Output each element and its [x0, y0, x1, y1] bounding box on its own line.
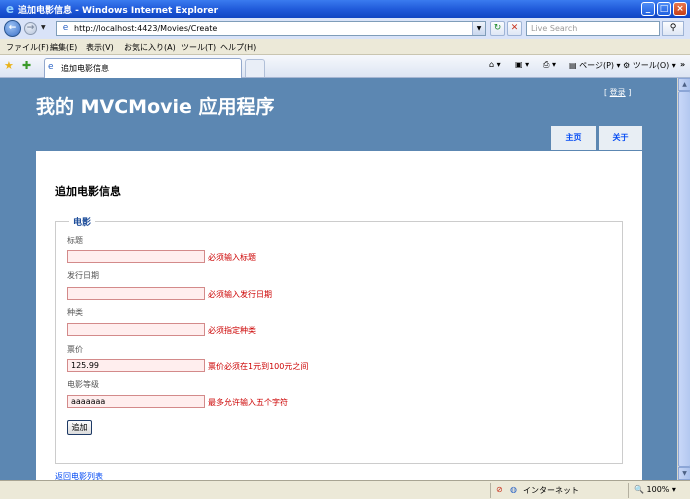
- search-placeholder: Live Search: [531, 24, 578, 33]
- history-dropdown-icon[interactable]: ▼: [41, 24, 46, 31]
- login-link[interactable]: 登录: [610, 88, 626, 97]
- home-icon[interactable]: ⌂ ▾: [489, 60, 501, 69]
- page-menu-label: ページ(P): [579, 61, 615, 70]
- chevron-right-icon[interactable]: »: [680, 60, 685, 69]
- title-label: 标题: [67, 236, 83, 245]
- close-button[interactable]: ×: [673, 2, 687, 16]
- login-area: [ 登录 ]: [604, 87, 631, 98]
- search-button[interactable]: ⚲: [662, 21, 684, 36]
- scroll-down-icon[interactable]: ▼: [678, 467, 690, 480]
- feeds-icon[interactable]: ▣ ▾: [515, 60, 529, 69]
- genre-input[interactable]: [67, 323, 205, 336]
- vertical-scrollbar[interactable]: ▲ ▼: [677, 78, 690, 480]
- page-viewport: 我的 MVCMovie 应用程序 [ 登录 ] 主页 关于 追加电影信息 电影 …: [0, 78, 677, 480]
- menu-bar: ファイル(F) 編集(E) 表示(V) お気に入り(A) ツール(T) ヘルプ(…: [0, 39, 690, 55]
- ie-logo-icon: e: [5, 2, 15, 16]
- tab-current[interactable]: e 追加电影信息: [44, 58, 242, 78]
- nav-home[interactable]: 主页: [551, 126, 596, 150]
- tools-menu-label: ツール(O): [632, 61, 670, 70]
- title-error: 必须输入标题: [208, 253, 256, 262]
- menu-help[interactable]: ヘルプ(H): [220, 42, 256, 53]
- back-to-list-link[interactable]: 返回电影列表: [55, 471, 103, 480]
- title-input[interactable]: [67, 250, 205, 263]
- release-date-input[interactable]: [67, 287, 205, 300]
- url-text[interactable]: http://localhost:4423/Movies/Create: [74, 24, 217, 33]
- search-input[interactable]: Live Search: [526, 21, 660, 36]
- status-bar: ⊘ ◍ インターネット 🔍 100% ▾: [0, 480, 690, 499]
- scroll-up-icon[interactable]: ▲: [678, 78, 690, 91]
- window-title-bar: e 追加电影信息 - Windows Internet Explorer _ □…: [0, 0, 690, 18]
- favorites-star-icon[interactable]: ★: [4, 59, 14, 72]
- rating-input[interactable]: aaaaaaa: [67, 395, 205, 408]
- page-icon: e: [62, 23, 69, 33]
- price-input[interactable]: 125.99: [67, 359, 205, 372]
- genre-label: 种类: [67, 308, 83, 317]
- menu-tools[interactable]: ツール(T): [181, 42, 216, 53]
- page-title: 追加电影信息: [55, 185, 121, 198]
- window-title: 追加电影信息 - Windows Internet Explorer: [18, 6, 219, 16]
- refresh-button[interactable]: ↻: [490, 21, 505, 36]
- price-label: 票价: [67, 345, 83, 354]
- maximize-button[interactable]: □: [657, 2, 671, 16]
- address-bar[interactable]: e http://localhost:4423/Movies/Create ▼: [56, 21, 486, 36]
- print-icon[interactable]: ⎙ ▾: [543, 60, 556, 70]
- rating-label: 电影等级: [67, 380, 99, 389]
- status-separator: [490, 483, 491, 498]
- globe-icon: ◍: [510, 485, 517, 494]
- release-date-error: 必须输入发行日期: [208, 290, 272, 299]
- login-bracket-close: ]: [625, 88, 632, 97]
- forward-button[interactable]: →: [24, 22, 37, 35]
- zoom-level: 100%: [646, 485, 670, 494]
- menu-view[interactable]: 表示(V): [86, 42, 114, 53]
- zoom-control[interactable]: 🔍 100% ▾: [634, 485, 676, 494]
- minimize-button[interactable]: _: [641, 2, 655, 16]
- address-toolbar: ← → ▼ e http://localhost:4423/Movies/Cre…: [0, 18, 690, 39]
- new-tab-button[interactable]: [245, 59, 265, 77]
- nav-about[interactable]: 关于: [599, 126, 642, 150]
- menu-file[interactable]: ファイル(F): [6, 42, 49, 53]
- address-dropdown-icon[interactable]: ▼: [472, 22, 485, 35]
- release-date-label: 发行日期: [67, 271, 99, 280]
- blocked-icon: ⊘: [496, 485, 503, 494]
- page-menu[interactable]: ▤ ページ(P) ▾: [569, 60, 621, 71]
- internet-zone-label: インターネット: [523, 486, 579, 495]
- tab-page-icon: e: [48, 62, 54, 72]
- tab-label: 追加电影信息: [61, 64, 109, 73]
- back-button[interactable]: ←: [4, 20, 21, 37]
- menu-edit[interactable]: 編集(E): [50, 42, 77, 53]
- menu-favorites[interactable]: お気に入り(A): [124, 42, 176, 53]
- add-favorites-icon[interactable]: ✚: [22, 59, 31, 72]
- tools-menu[interactable]: ⚙ ツール(O) ▾: [623, 60, 676, 71]
- fieldset-legend: 电影: [69, 215, 96, 228]
- scroll-thumb[interactable]: [678, 91, 690, 467]
- rating-error: 最多允许输入五个字符: [208, 398, 288, 407]
- stop-button[interactable]: ✕: [507, 21, 522, 36]
- status-separator: [628, 483, 629, 498]
- submit-button[interactable]: 追加: [67, 420, 92, 435]
- site-title: 我的 MVCMovie 应用程序: [36, 96, 275, 118]
- main-content: 追加电影信息 电影 标题 必须输入标题 发行日期 必须输入发行日期 种类 必须指…: [36, 151, 642, 480]
- tab-bar: ★ ✚ e 追加电影信息 ⌂ ▾ ▣ ▾ ⎙ ▾ ▤ ページ(P) ▾ ⚙ ツー…: [0, 55, 690, 78]
- genre-error: 必须指定种类: [208, 326, 256, 335]
- price-error: 票价必须在1元到100元之间: [208, 362, 309, 371]
